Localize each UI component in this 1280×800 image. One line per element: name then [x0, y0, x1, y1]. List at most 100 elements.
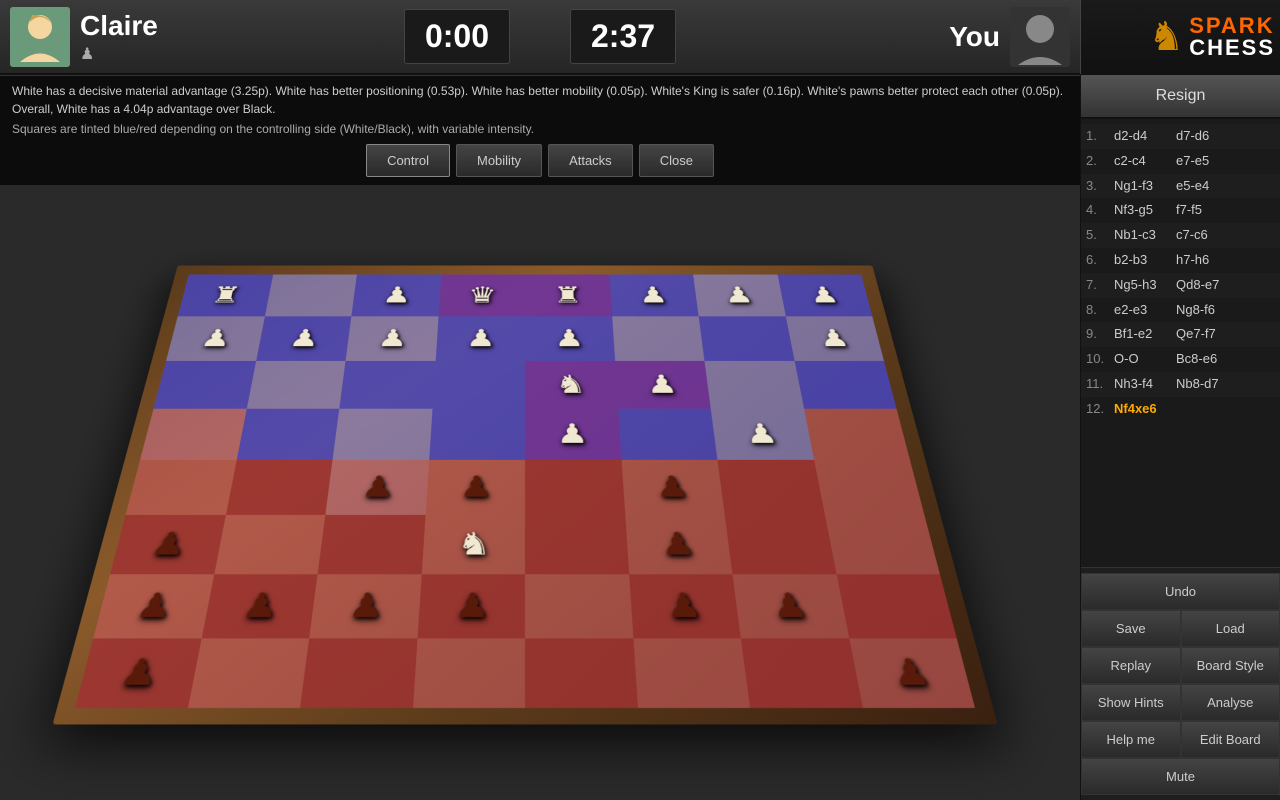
board-cell[interactable] [188, 638, 310, 708]
chess-piece-white[interactable]: ♞ [421, 514, 525, 573]
board-cell[interactable]: ♟ [93, 574, 214, 638]
board-cell[interactable]: ♟ [346, 316, 439, 361]
chess-piece-white[interactable]: ♟ [346, 316, 439, 361]
board-cell[interactable]: ♟ [435, 316, 525, 361]
chess-piece-white[interactable]: ♟ [615, 360, 711, 408]
board-cell[interactable] [154, 360, 256, 408]
chess-piece-black[interactable]: ♟ [732, 574, 848, 638]
chess-piece-white[interactable]: ♟ [609, 274, 699, 316]
board-cell[interactable]: ♟ [615, 360, 711, 408]
board-cell[interactable]: ♟ [309, 574, 421, 638]
help-me-button[interactable]: Help me [1081, 721, 1181, 758]
undo-button[interactable]: Undo [1081, 573, 1280, 610]
chess-piece-white[interactable]: ♟ [693, 274, 785, 316]
board-cell[interactable]: ♟ [849, 638, 975, 708]
chess-piece-white[interactable]: ♟ [256, 316, 352, 361]
chess-piece-white[interactable]: ♟ [435, 316, 525, 361]
board-cell[interactable] [804, 408, 910, 459]
replay-button[interactable]: Replay [1081, 647, 1181, 684]
board-cell[interactable] [413, 638, 526, 708]
chess-piece-black[interactable]: ♟ [629, 574, 741, 638]
board-cell[interactable]: ♟ [417, 574, 525, 638]
chess-piece-white[interactable]: ♞ [525, 360, 618, 408]
board-cell[interactable]: ♜ [525, 274, 612, 316]
chess-piece-white[interactable]: ♟ [711, 408, 814, 459]
board-cell[interactable]: ♟ [110, 514, 225, 573]
board-cell[interactable]: ♟ [693, 274, 785, 316]
resign-button[interactable]: Resign [1081, 75, 1280, 119]
board-cell[interactable]: ♟ [621, 459, 724, 514]
board-cell[interactable]: ♟ [325, 459, 428, 514]
board-cell[interactable] [525, 638, 638, 708]
chess-piece-black[interactable]: ♟ [625, 514, 733, 573]
board-cell[interactable] [236, 408, 339, 459]
board-cell[interactable] [525, 459, 625, 514]
board-cell[interactable] [741, 638, 863, 708]
chess-piece-black[interactable]: ♟ [110, 514, 225, 573]
mute-button[interactable]: Mute [1081, 758, 1280, 795]
board-cell[interactable] [704, 360, 803, 408]
board-style-button[interactable]: Board Style [1181, 647, 1280, 684]
chess-piece-white[interactable]: ♟ [785, 316, 884, 361]
board-cell[interactable] [333, 408, 433, 459]
chess-piece-white[interactable]: ♟ [777, 274, 872, 316]
board-cell[interactable]: ♟ [166, 316, 265, 361]
board-cell[interactable]: ♟ [777, 274, 872, 316]
chess-piece-white[interactable]: ♜ [525, 274, 612, 316]
board-cell[interactable] [126, 459, 237, 514]
edit-board-button[interactable]: Edit Board [1181, 721, 1280, 758]
board-cell[interactable]: ♟ [525, 316, 615, 361]
chess-piece-black[interactable]: ♟ [75, 638, 201, 708]
board-cell[interactable]: ♟ [525, 408, 621, 459]
board-cell[interactable]: ♟ [351, 274, 441, 316]
chess-piece-white[interactable]: ♟ [351, 274, 441, 316]
attacks-button[interactable]: Attacks [548, 144, 633, 177]
board-cell[interactable] [339, 360, 435, 408]
chess-piece-white[interactable]: ♟ [525, 316, 615, 361]
chess-piece-black[interactable]: ♟ [417, 574, 525, 638]
chess-piece-white[interactable]: ♟ [166, 316, 265, 361]
chess-piece-black[interactable]: ♟ [325, 459, 428, 514]
board-cell[interactable] [525, 574, 633, 638]
board-cell[interactable] [318, 514, 426, 573]
board-cell[interactable]: ♟ [609, 274, 699, 316]
board-cell[interactable]: ♟ [625, 514, 733, 573]
chess-piece-black[interactable]: ♟ [93, 574, 214, 638]
load-button[interactable]: Load [1181, 610, 1280, 647]
board-cell[interactable] [432, 360, 525, 408]
chess-piece-black[interactable]: ♟ [621, 459, 724, 514]
board-cell[interactable]: ♜ [178, 274, 273, 316]
board-cell[interactable] [246, 360, 345, 408]
board-cell[interactable] [618, 408, 718, 459]
board-cell[interactable]: ♟ [425, 459, 525, 514]
board-cell[interactable] [794, 360, 896, 408]
mobility-button[interactable]: Mobility [456, 144, 542, 177]
save-button[interactable]: Save [1081, 610, 1181, 647]
board-cell[interactable] [814, 459, 925, 514]
board-cell[interactable]: ♟ [75, 638, 201, 708]
chess-piece-black[interactable]: ♟ [201, 574, 317, 638]
board-cell[interactable]: ♟ [732, 574, 848, 638]
chess-piece-black[interactable]: ♟ [309, 574, 421, 638]
board-cell[interactable] [717, 459, 824, 514]
chess-piece-black[interactable]: ♟ [849, 638, 975, 708]
board-cell[interactable] [225, 459, 332, 514]
board-cell[interactable] [725, 514, 837, 573]
board-cell[interactable] [633, 638, 750, 708]
board-cell[interactable]: ♟ [256, 316, 352, 361]
close-button[interactable]: Close [639, 144, 714, 177]
board-cell[interactable]: ♟ [711, 408, 814, 459]
analyse-button[interactable]: Analyse [1181, 684, 1280, 721]
board-cell[interactable] [612, 316, 705, 361]
board-cell[interactable]: ♟ [201, 574, 317, 638]
chess-piece-white[interactable]: ♛ [438, 274, 525, 316]
board-cell[interactable]: ♟ [629, 574, 741, 638]
show-hints-button[interactable]: Show Hints [1081, 684, 1181, 721]
board-cell[interactable] [429, 408, 525, 459]
chess-piece-white[interactable]: ♜ [178, 274, 273, 316]
board-cell[interactable] [699, 316, 795, 361]
board-cell[interactable]: ♟ [785, 316, 884, 361]
board-cell[interactable] [140, 408, 246, 459]
board-cell[interactable]: ♞ [421, 514, 525, 573]
chess-piece-white[interactable]: ♟ [525, 408, 621, 459]
